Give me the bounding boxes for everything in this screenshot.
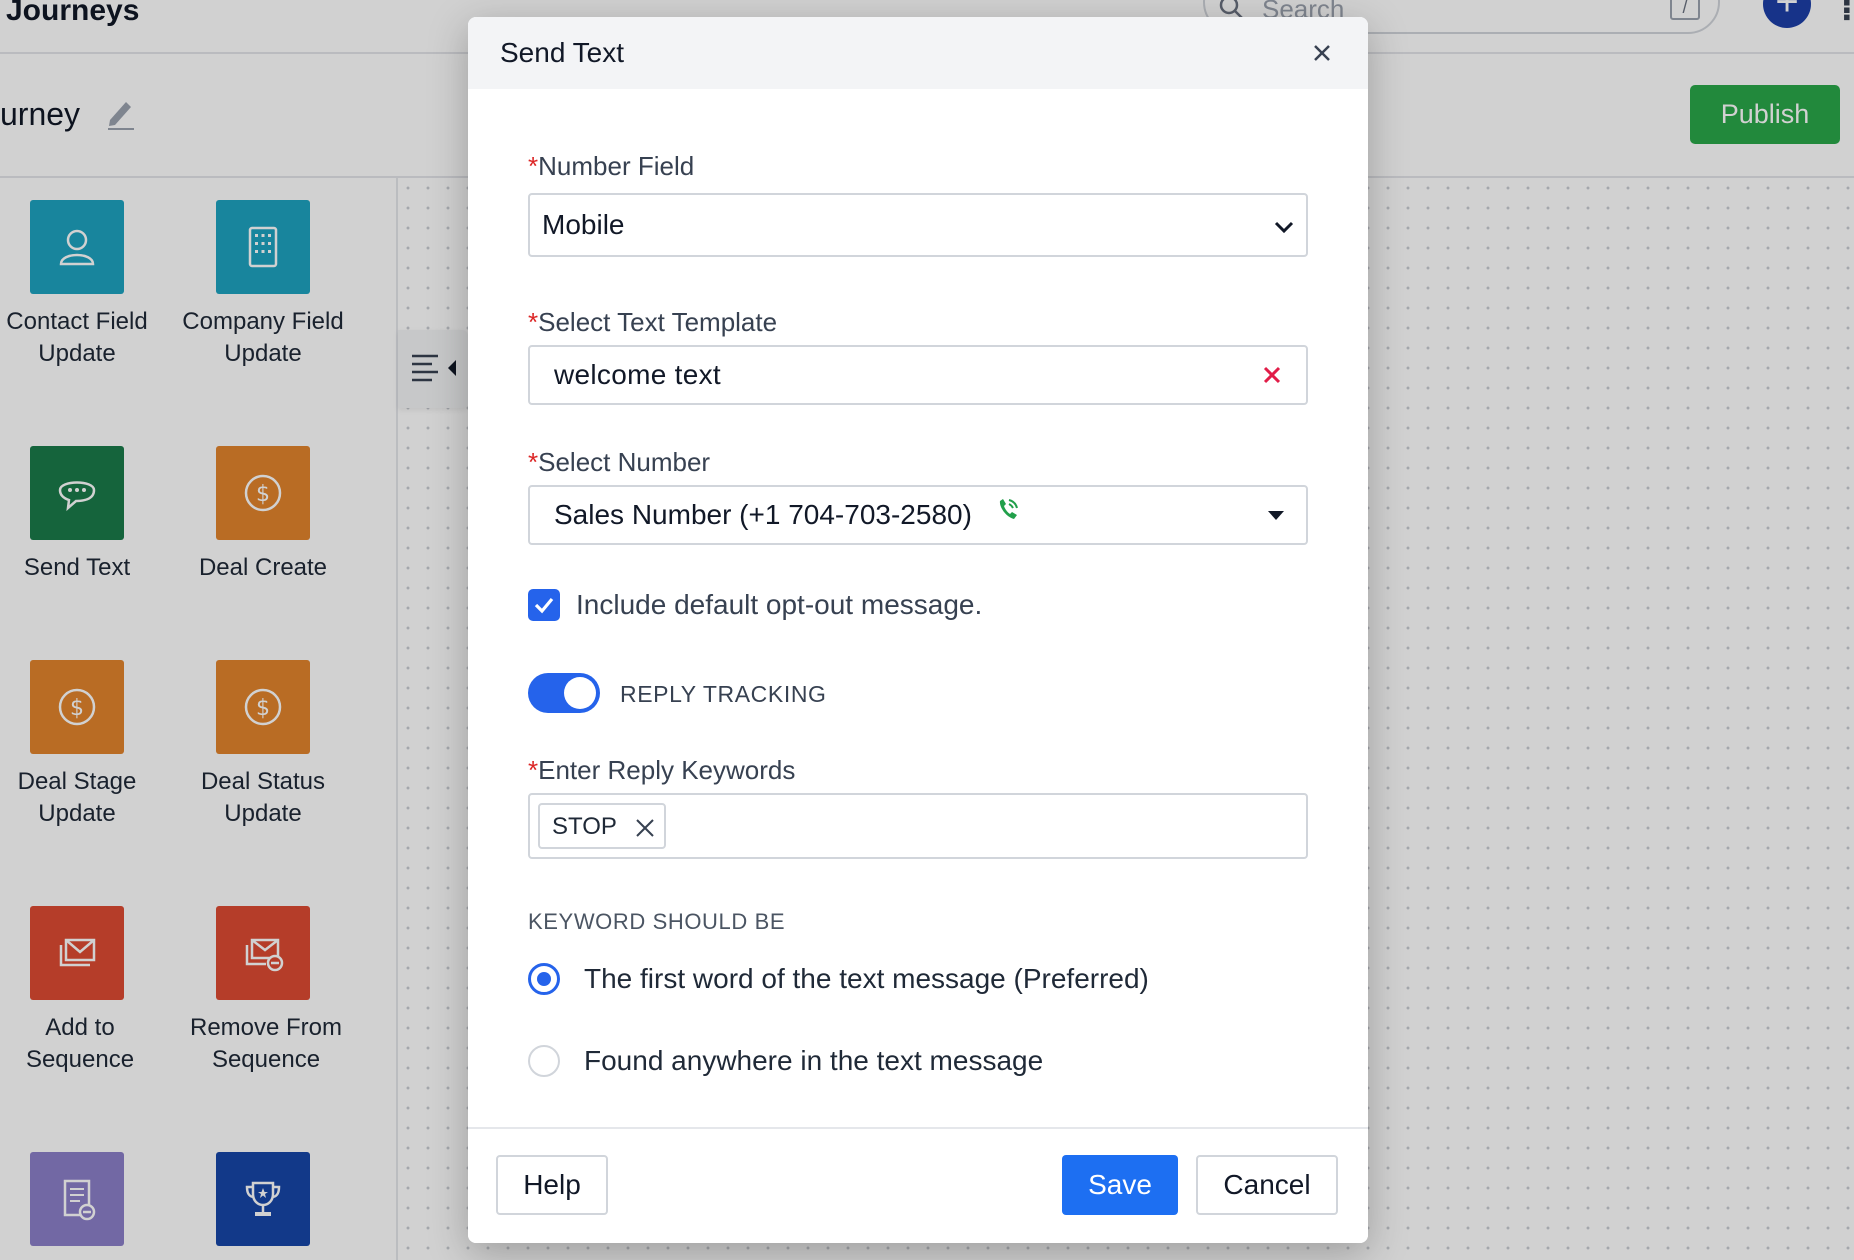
close-button[interactable] (1306, 37, 1338, 69)
dialog-header: Send Text (468, 17, 1368, 89)
reply-keywords-input[interactable]: STOP (528, 793, 1308, 859)
radio-found-anywhere[interactable] (528, 1045, 560, 1077)
radio-found-anywhere-label: Found anywhere in the text message (584, 1045, 1044, 1076)
label-text: Select Text Template (538, 307, 778, 337)
keyword-chip: STOP (538, 803, 666, 849)
required-mark: * (528, 447, 539, 477)
reply-tracking-label: REPLY TRACKING (620, 681, 827, 707)
select-number-dropdown[interactable]: Sales Number (+1 704-703-2580) (528, 485, 1308, 545)
select-number-value: Sales Number (+1 704-703-2580) (554, 499, 972, 530)
remove-chip-icon[interactable] (634, 817, 656, 839)
toggle-knob (564, 677, 596, 709)
radio-first-word-label: The first word of the text message (Pref… (584, 963, 1149, 994)
template-label: *Select Text Template (528, 307, 777, 338)
keyword-position-label: KEYWORD SHOULD BE (528, 909, 786, 934)
required-mark: * (528, 151, 539, 181)
phone-icon (999, 499, 1018, 519)
label-text: Number Field (538, 151, 695, 181)
keyword-chip-text: STOP (552, 813, 617, 840)
number-field-value: Mobile (542, 209, 625, 240)
reply-keywords-label: *Enter Reply Keywords (528, 755, 795, 786)
close-icon (1314, 45, 1330, 61)
number-field-label: *Number Field (528, 151, 694, 182)
caret-down-icon (1268, 511, 1284, 520)
opt-out-checkbox[interactable] (528, 589, 560, 621)
opt-out-label: Include default opt-out message. (576, 589, 983, 620)
reply-tracking-toggle[interactable] (528, 673, 600, 713)
chevron-down-icon (1274, 221, 1294, 234)
required-mark: * (528, 307, 539, 337)
number-field-select[interactable]: Mobile (528, 193, 1308, 257)
save-button[interactable]: Save (1062, 1155, 1178, 1215)
clear-icon[interactable] (1258, 361, 1286, 389)
check-icon (534, 597, 554, 614)
select-number-label: *Select Number (528, 447, 710, 478)
dialog-footer: Help Save Cancel (468, 1127, 1368, 1243)
text-template-value: welcome text (554, 359, 721, 390)
radio-first-word[interactable] (528, 963, 560, 995)
text-template-select[interactable]: welcome text (528, 345, 1308, 405)
cancel-button[interactable]: Cancel (1196, 1155, 1338, 1215)
send-text-dialog: Send Text *Number Field Mobile *Select T… (468, 17, 1368, 1243)
dialog-title: Send Text (500, 37, 625, 68)
help-button[interactable]: Help (496, 1155, 608, 1215)
radio-dot (537, 972, 551, 986)
required-mark: * (528, 755, 539, 785)
label-text: Select Number (538, 447, 711, 477)
label-text: Enter Reply Keywords (538, 755, 796, 785)
